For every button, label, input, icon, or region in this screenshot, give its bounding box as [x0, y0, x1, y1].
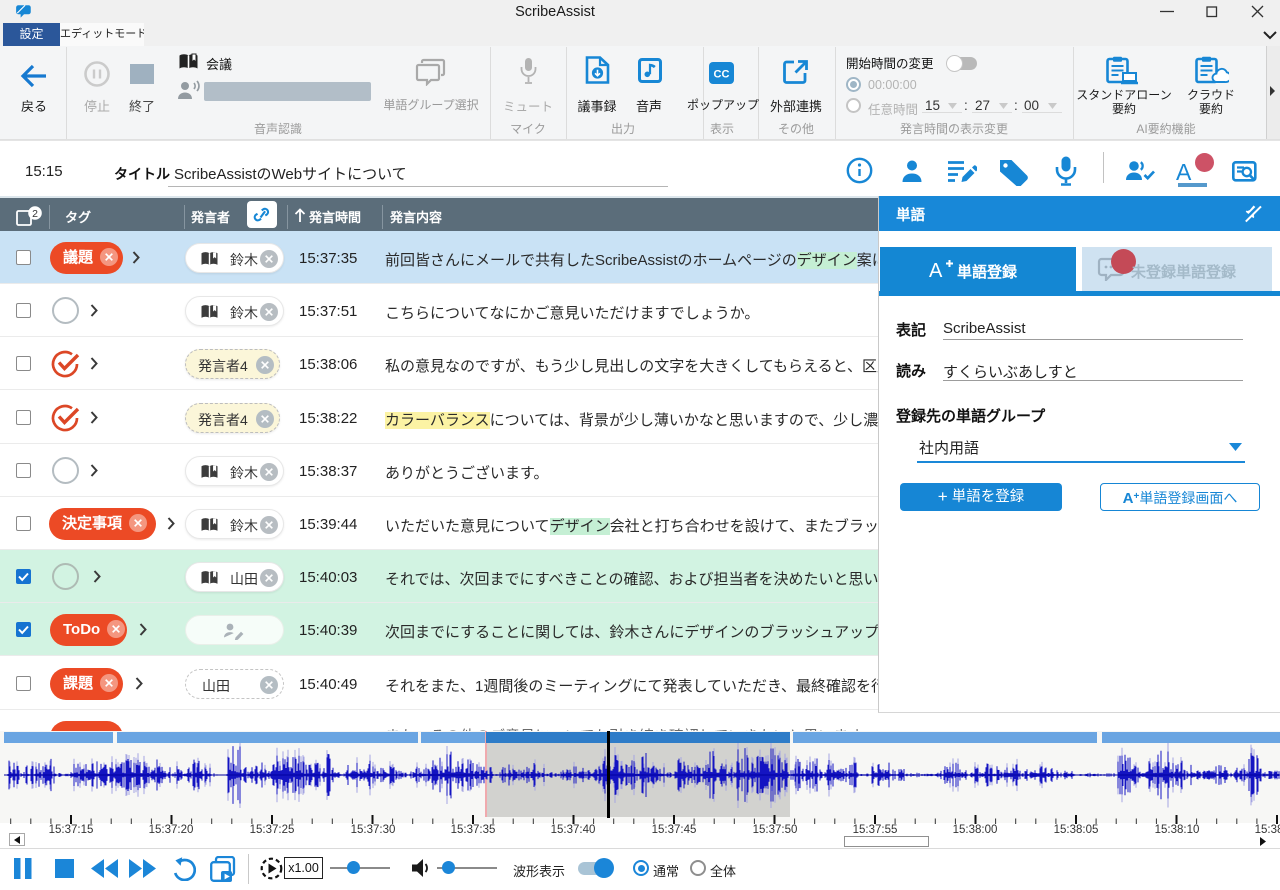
- svg-text:A: A: [929, 260, 943, 280]
- svg-text:CC: CC: [714, 69, 730, 81]
- svg-text:2: 2: [32, 208, 38, 220]
